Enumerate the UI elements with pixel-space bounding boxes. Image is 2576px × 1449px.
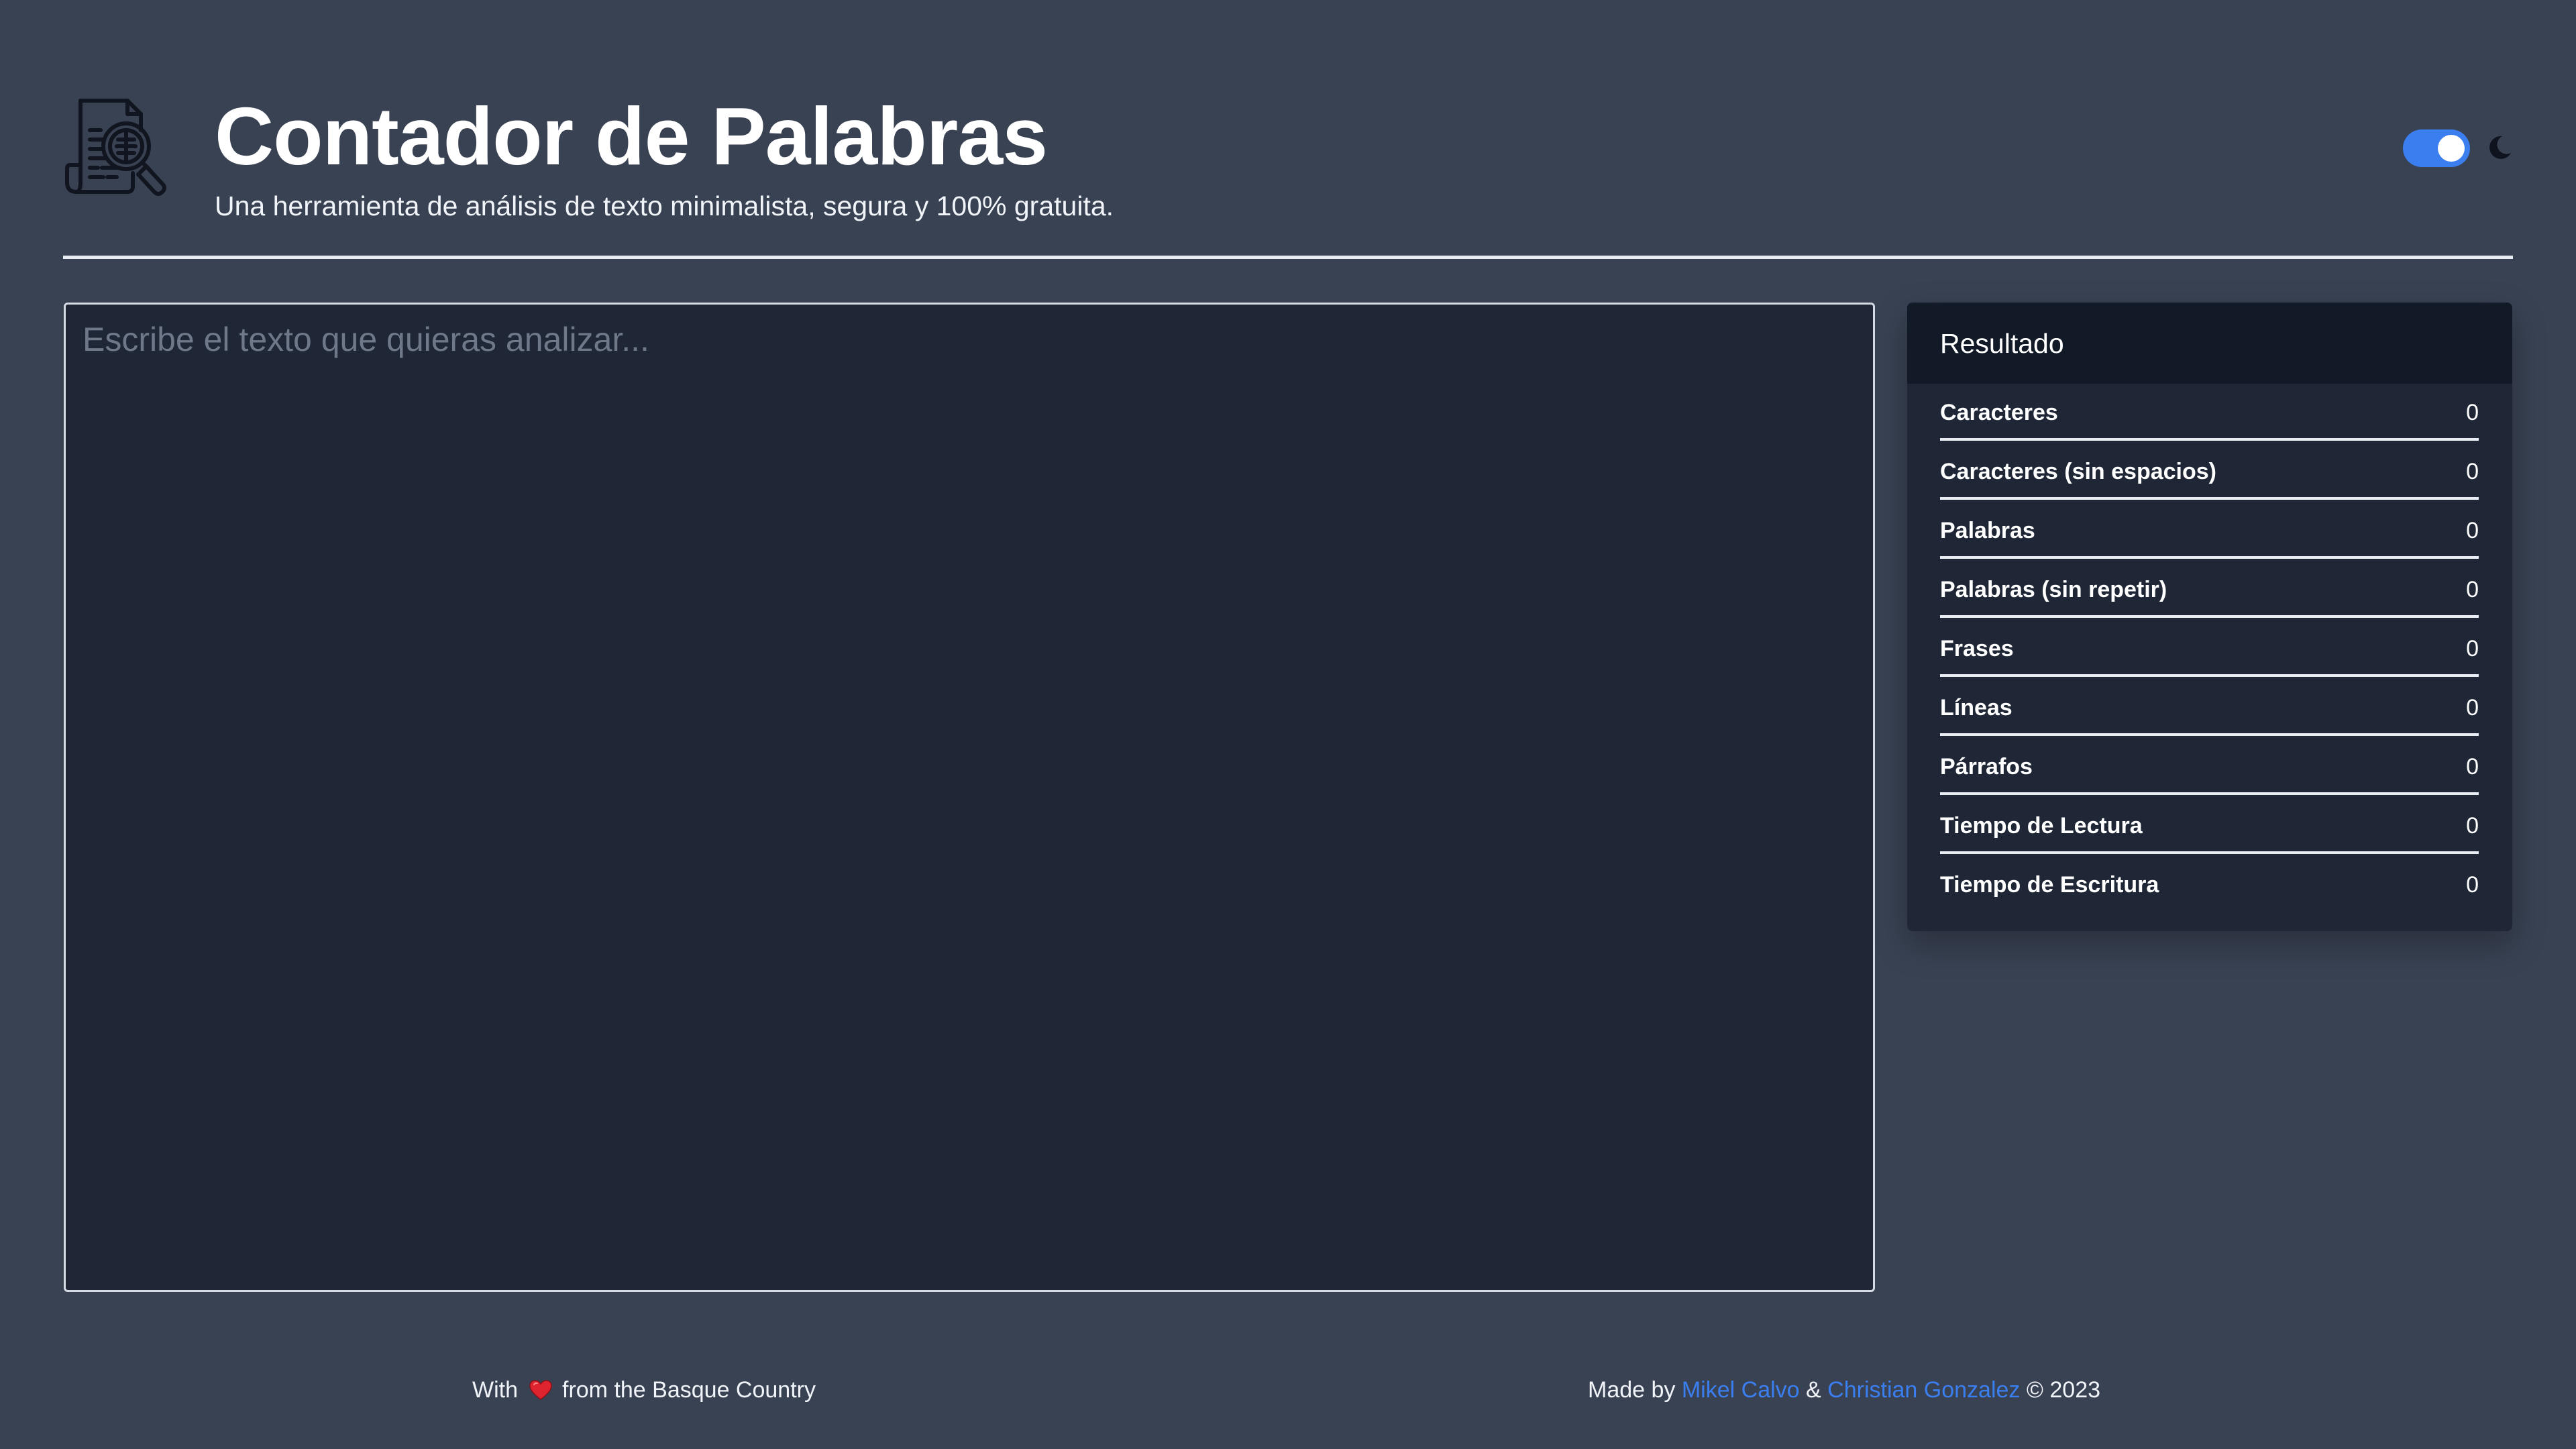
- result-value: 0: [2466, 577, 2479, 602]
- result-label: Tiempo de Lectura: [1940, 813, 2143, 839]
- header-divider: [63, 256, 2513, 259]
- author-link-mikel-calvo[interactable]: Mikel Calvo: [1682, 1377, 1800, 1403]
- result-label: Caracteres: [1940, 400, 2058, 425]
- footer-left: With from the Basque Country: [472, 1375, 816, 1405]
- footer-right: Made by Mikel Calvo & Christian Gonzalez…: [1588, 1375, 2100, 1405]
- page-subtitle: Una herramienta de análisis de texto min…: [215, 191, 1114, 221]
- result-row-tiempo-escritura: Tiempo de Escritura 0: [1940, 856, 2479, 910]
- result-row-caracteres: Caracteres 0: [1940, 384, 2479, 441]
- results-header: Resultado: [1907, 303, 2512, 384]
- result-label: Tiempo de Escritura: [1940, 872, 2159, 898]
- moon-icon: [2489, 136, 2511, 159]
- heart-icon: [529, 1380, 552, 1400]
- result-label: Párrafos: [1940, 754, 2033, 780]
- footer-copyright: © 2023: [2026, 1377, 2101, 1403]
- results-list: Caracteres 0 Caracteres (sin espacios) 0…: [1940, 384, 2479, 910]
- result-row-palabras: Palabras 0: [1940, 502, 2479, 559]
- footer-separator: &: [1806, 1377, 1821, 1403]
- result-label: Caracteres (sin espacios): [1940, 459, 2216, 484]
- author-link-christian-gonzalez[interactable]: Christian Gonzalez: [1827, 1377, 2020, 1403]
- result-value: 0: [2466, 695, 2479, 720]
- result-value: 0: [2466, 754, 2479, 780]
- text-input[interactable]: [64, 303, 1875, 1292]
- result-row-frases: Frases 0: [1940, 620, 2479, 677]
- result-label: Palabras: [1940, 518, 2035, 543]
- result-value: 0: [2466, 518, 2479, 543]
- theme-toggle-knob: [2438, 135, 2465, 162]
- result-label: Palabras (sin repetir): [1940, 577, 2167, 602]
- footer-left-prefix: With: [472, 1377, 518, 1403]
- result-row-caracteres-sin-espacios: Caracteres (sin espacios) 0: [1940, 443, 2479, 500]
- result-row-parrafos: Párrafos 0: [1940, 738, 2479, 795]
- document-search-icon: [65, 99, 166, 196]
- theme-toggle[interactable]: [2403, 129, 2470, 167]
- footer-made-by: Made by: [1588, 1377, 1676, 1403]
- result-value: 0: [2466, 636, 2479, 661]
- result-label: Frases: [1940, 636, 2014, 661]
- result-row-tiempo-lectura: Tiempo de Lectura 0: [1940, 797, 2479, 854]
- result-value: 0: [2466, 459, 2479, 484]
- result-value: 0: [2466, 400, 2479, 425]
- results-title: Resultado: [1940, 327, 2064, 359]
- page-title: Contador de Palabras: [215, 91, 1048, 182]
- results-panel: Resultado Caracteres 0 Caracteres (sin e…: [1907, 303, 2512, 931]
- result-value: 0: [2466, 872, 2479, 898]
- result-value: 0: [2466, 813, 2479, 839]
- result-row-palabras-sin-repetir: Palabras (sin repetir) 0: [1940, 561, 2479, 618]
- result-label: Líneas: [1940, 695, 2012, 720]
- result-row-lineas: Líneas 0: [1940, 679, 2479, 736]
- footer-left-suffix: from the Basque Country: [562, 1377, 816, 1403]
